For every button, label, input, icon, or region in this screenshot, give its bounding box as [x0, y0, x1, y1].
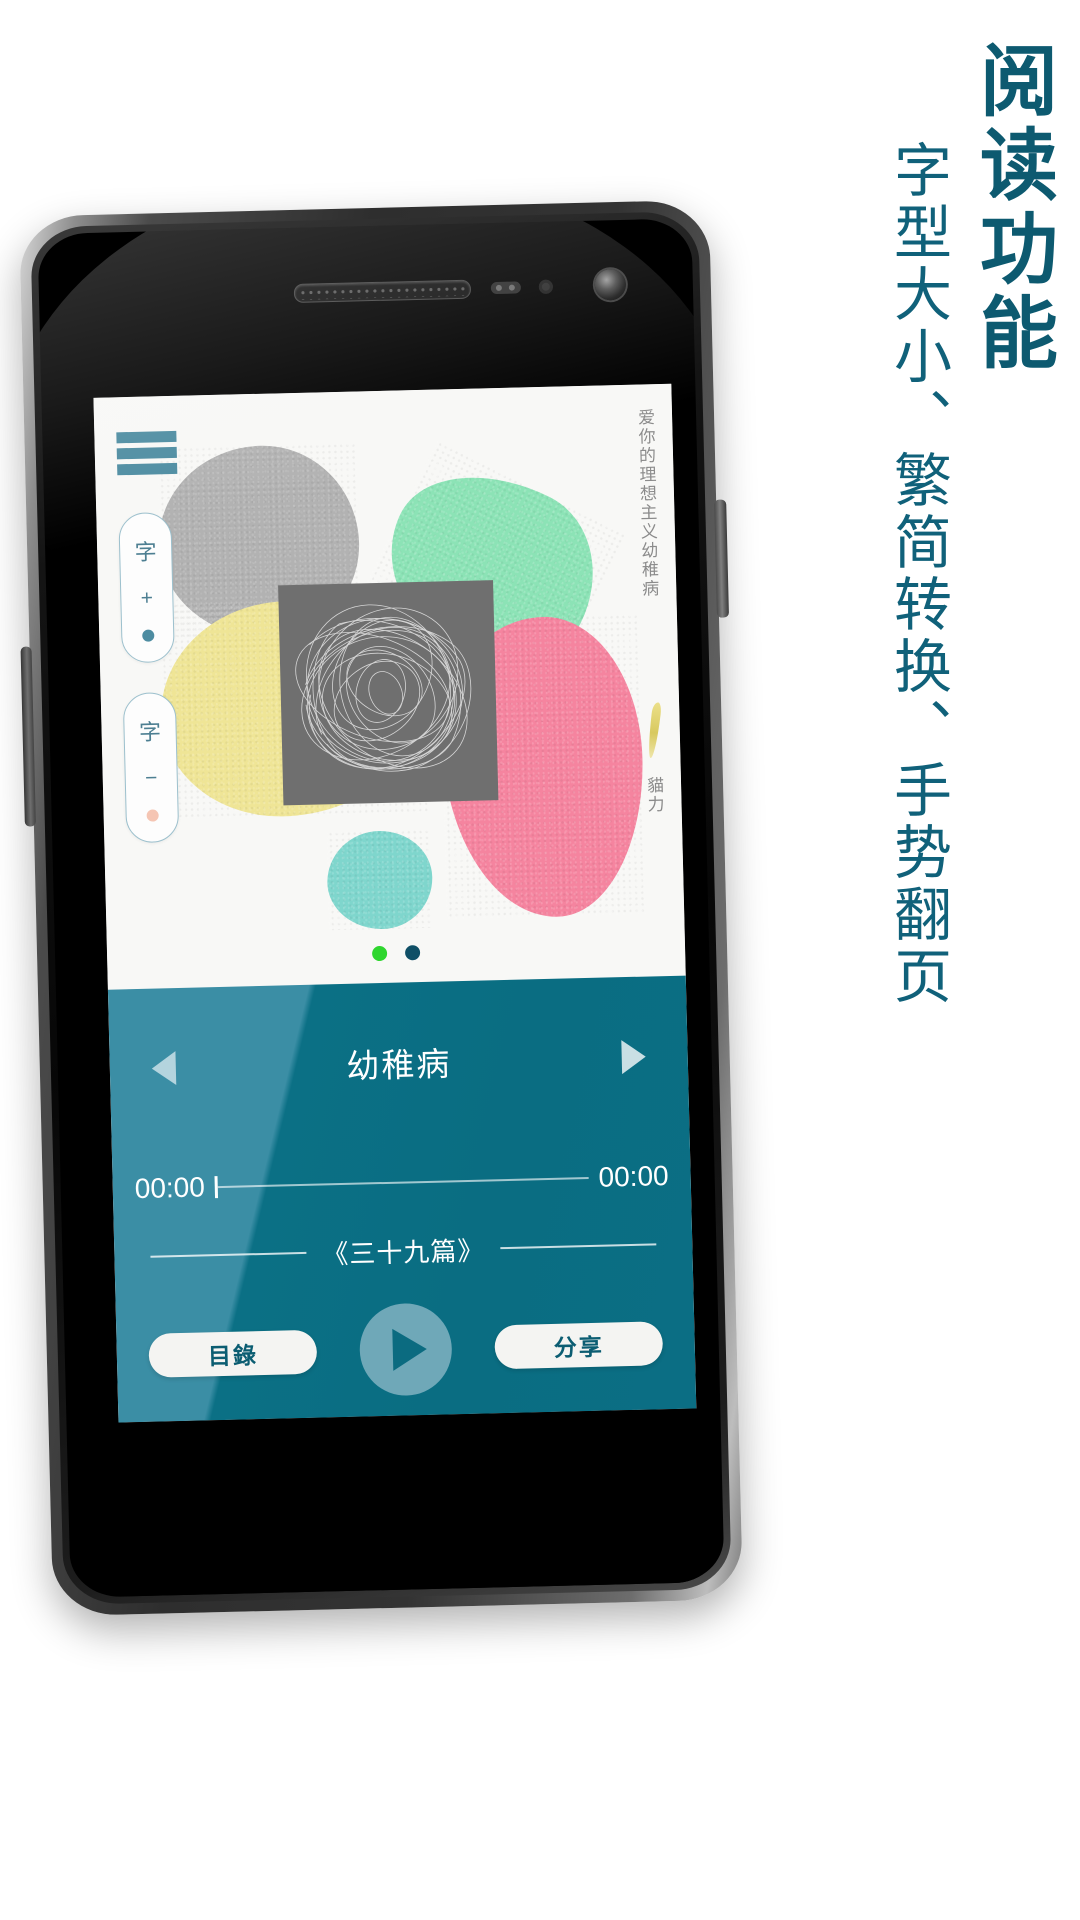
- reader-page: 字 + 字 − 爱你的理想主义幼稚病 貓力: [93, 383, 686, 990]
- seek-track[interactable]: [217, 1177, 589, 1189]
- hamburger-menu-icon[interactable]: [116, 430, 178, 476]
- catalog-button[interactable]: 目錄: [148, 1329, 318, 1378]
- player-action-row: 目錄 分享: [116, 1297, 696, 1401]
- previous-track-icon[interactable]: [151, 1051, 177, 1086]
- speaker-grille-icon: [293, 279, 472, 303]
- total-time: 00:00: [598, 1160, 670, 1193]
- track-title: 幼稚病: [345, 1044, 452, 1086]
- chapter-name: 《三十九篇》: [322, 1236, 485, 1271]
- font-size-decrease-control[interactable]: 字 −: [122, 691, 180, 844]
- font-increase-indicator: [141, 628, 154, 642]
- speaker-mesh: [298, 283, 467, 300]
- share-button[interactable]: 分享: [494, 1321, 664, 1370]
- font-decrease-indicator: [146, 808, 159, 822]
- font-decrease-operator: −: [144, 765, 158, 790]
- screen-lower-black-area: [118, 1408, 701, 1598]
- proximity-sensor-icon: [490, 281, 522, 295]
- article-vertical-text: 爱你的理想主义幼稚病: [633, 408, 659, 599]
- font-size-increase-control[interactable]: 字 +: [118, 512, 175, 664]
- phone-glass: 字 + 字 − 爱你的理想主义幼稚病 貓力 幼稚病 00:00 00:00 《三…: [37, 218, 725, 1598]
- decorative-blob-teal: [326, 829, 434, 931]
- font-increase-label: 字: [134, 539, 158, 566]
- front-camera-icon: [594, 268, 627, 301]
- font-decrease-label: 字: [138, 719, 162, 746]
- scribble-artwork-card: [278, 580, 499, 806]
- volume-rocker-button[interactable]: [714, 499, 730, 618]
- chapter-rule-right: [500, 1243, 657, 1250]
- track-navigation-row: 幼稚病: [109, 1026, 688, 1100]
- chapter-rule-left: [150, 1251, 307, 1258]
- pagination-dot-inactive[interactable]: [404, 945, 421, 961]
- audio-player-panel: 幼稚病 00:00 00:00 《三十九篇》 目錄 分享: [107, 975, 697, 1423]
- pagination-dots[interactable]: [107, 939, 685, 968]
- promo-headline: 阅读功能: [967, 40, 1057, 376]
- font-increase-operator: +: [140, 585, 154, 610]
- play-button[interactable]: [358, 1302, 453, 1397]
- elapsed-time: 00:00: [134, 1171, 206, 1205]
- play-icon: [392, 1328, 428, 1371]
- chapter-row: 《三十九篇》: [114, 1226, 693, 1276]
- phone-device-mockup: 字 + 字 − 爱你的理想主义幼稚病 貓力 幼稚病 00:00 00:00 《三…: [19, 199, 743, 1617]
- article-byline: 貓力: [642, 776, 664, 815]
- seek-bar[interactable]: [214, 1167, 589, 1199]
- playback-progress-row: 00:00 00:00: [112, 1156, 691, 1210]
- brush-stroke-divider-icon: [646, 701, 662, 759]
- light-sensor-icon: [538, 279, 554, 294]
- next-track-icon[interactable]: [621, 1039, 647, 1075]
- pagination-dot-active[interactable]: [371, 945, 388, 962]
- promo-subheadline: 字型大小、繁简转换、手势翻页: [884, 140, 952, 1008]
- phone-screen: 字 + 字 − 爱你的理想主义幼稚病 貓力 幼稚病 00:00 00:00 《三…: [93, 383, 697, 1423]
